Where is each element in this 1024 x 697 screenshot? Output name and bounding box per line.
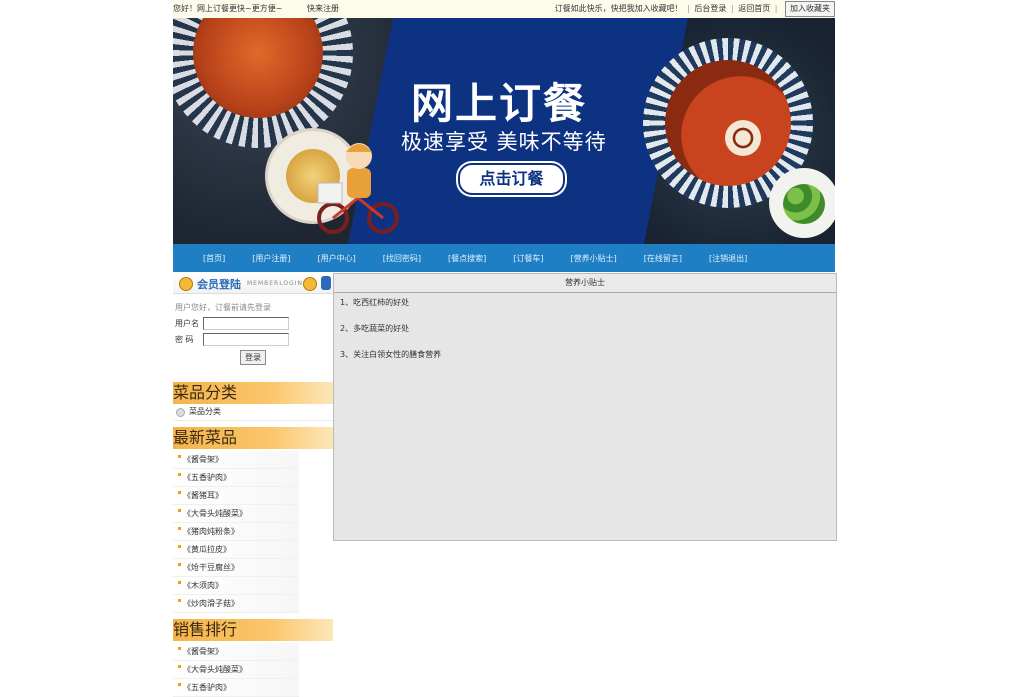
tips-header: 营养小贴士 xyxy=(334,274,836,293)
newest-item-label: 《黄瓜拉皮》 xyxy=(183,545,231,554)
bullet-icon xyxy=(178,563,181,566)
newest-list: 《酱骨架》 《五香驴肉》 《酱猪耳》 《大骨头炖酸菜》 《猪肉炖粉条》 《黄瓜拉… xyxy=(173,451,333,613)
newest-section-title: 最新菜品 xyxy=(173,427,333,449)
category-section-title: 菜品分类 xyxy=(173,382,333,404)
delivery-rider-icon xyxy=(317,143,399,234)
username-input[interactable] xyxy=(203,316,289,330)
bullet-icon xyxy=(178,581,181,584)
header-tab-icon xyxy=(321,276,331,290)
category-item[interactable]: 菜品分类 xyxy=(173,404,333,421)
newest-item-label: 《炝干豆腐丝》 xyxy=(183,563,239,572)
ranking-item-label: 《酱骨架》 xyxy=(183,647,223,656)
separator: | xyxy=(687,4,690,13)
separator: | xyxy=(730,4,734,13)
newest-item[interactable]: 《酱骨架》 xyxy=(173,451,299,469)
bullet-icon xyxy=(178,491,181,494)
username-row: 用户名 xyxy=(175,316,331,330)
nav-item-messages[interactable]: [在线留言] xyxy=(644,253,682,264)
nav-item-nutrition-tips[interactable]: [营养小贴士] xyxy=(571,253,617,264)
newest-item-label: 《大骨头炖酸菜》 xyxy=(183,509,247,518)
greeting-text: 您好！网上订餐更快~更方便~ xyxy=(173,4,283,13)
order-now-button[interactable]: 点击订餐 xyxy=(458,163,565,195)
bullet-icon xyxy=(178,473,181,476)
nav-item-home[interactable]: [首页] xyxy=(203,253,225,264)
tips-list: 1、吃西红柿的好处 2、多吃蔬菜的好处 3、关注白领女性的膳食营养 xyxy=(334,293,836,371)
main-nav: [首页] [用户注册] [用户中心] [找回密码] [餐点搜索] [订餐车] [… xyxy=(173,244,835,272)
bullet-icon xyxy=(178,599,181,602)
ranking-item-label: 《五香驴肉》 xyxy=(183,683,231,692)
bullet-icon xyxy=(176,408,185,417)
newest-item[interactable]: 《炒肉滑子菇》 xyxy=(173,595,299,613)
main-content: 营养小贴士 1、吃西红柿的好处 2、多吃蔬菜的好处 3、关注白领女性的膳食营养 xyxy=(333,273,837,541)
ranking-section-title: 销售排行 xyxy=(173,619,333,641)
nav-item-recover-password[interactable]: [找回密码] xyxy=(383,253,421,264)
peas-plate-image xyxy=(769,168,835,238)
bullet-icon xyxy=(178,455,181,458)
top-bar: 您好！网上订餐更快~更方便~ 快来注册 订餐如此快乐，快把我加入收藏吧！ | 后… xyxy=(173,0,835,18)
password-label: 密 码 xyxy=(175,334,194,344)
member-login-header: 会员登陆 MEMBERLOGIN xyxy=(173,273,333,294)
nav-item-register[interactable]: [用户注册] xyxy=(252,253,290,264)
bullet-icon xyxy=(178,509,181,512)
nav-item-meal-search[interactable]: [餐点搜索] xyxy=(448,253,486,264)
password-row: 密 码 xyxy=(175,332,331,346)
tip-link[interactable]: 2、多吃蔬菜的好处 xyxy=(334,319,836,345)
top-bar-right: 订餐如此快乐，快把我加入收藏吧！ | 后台登录 | 返回首页 | 加入收藏夹 xyxy=(555,0,835,18)
newest-item[interactable]: 《木须肉》 xyxy=(173,577,299,595)
login-form: 用户您好，订餐前请先登录 用户名 密 码 登录 xyxy=(173,294,333,365)
welcome-text: 订餐如此快乐，快把我加入收藏吧！ xyxy=(554,4,683,13)
nav-item-user-center[interactable]: [用户中心] xyxy=(318,253,356,264)
bullet-icon xyxy=(178,683,181,686)
page-wrapper: 您好！网上订餐更快~更方便~ 快来注册 订餐如此快乐，快把我加入收藏吧！ | 后… xyxy=(173,0,837,697)
category-item-label: 菜品分类 xyxy=(189,407,221,416)
sidebar: 会员登陆 MEMBERLOGIN 用户您好，订餐前请先登录 用户名 密 码 登录… xyxy=(173,273,333,697)
login-hint: 用户您好，订餐前请先登录 xyxy=(175,303,271,312)
bullet-icon xyxy=(178,527,181,530)
ranking-item[interactable]: 《五香驴肉》 xyxy=(173,679,299,697)
newest-item[interactable]: 《猪肉炖粉条》 xyxy=(173,523,299,541)
member-login-title: 会员登陆 xyxy=(197,278,241,291)
register-link[interactable]: 快来注册 xyxy=(307,4,339,13)
newest-item-label: 《酱骨架》 xyxy=(183,455,223,464)
banner-subtitle: 极速享受 美味不等待 xyxy=(401,130,607,154)
newest-item-label: 《木须肉》 xyxy=(183,581,223,590)
newest-item[interactable]: 《炝干豆腐丝》 xyxy=(173,559,299,577)
ranking-item-label: 《大骨头炖酸菜》 xyxy=(183,665,247,674)
home-link[interactable]: 返回首页 xyxy=(738,4,770,13)
add-favorite-button[interactable]: 加入收藏夹 xyxy=(785,1,835,17)
banner-title: 网上订餐 xyxy=(411,79,588,128)
ranking-list: 《酱骨架》 《大骨头炖酸菜》 《五香驴肉》 xyxy=(173,643,333,697)
bullet-icon xyxy=(178,665,181,668)
bullet-icon xyxy=(178,545,181,548)
top-bar-left: 您好！网上订餐更快~更方便~ 快来注册 xyxy=(173,0,339,18)
newest-item-label: 《炒肉滑子菇》 xyxy=(183,599,239,608)
admin-login-link[interactable]: 后台登录 xyxy=(694,4,726,13)
member-login-title-en: MEMBERLOGIN xyxy=(247,280,303,287)
newest-item-label: 《五香驴肉》 xyxy=(183,473,231,482)
user-icon xyxy=(303,277,317,291)
tip-link[interactable]: 3、关注白领女性的膳食营养 xyxy=(334,345,836,371)
tip-link[interactable]: 1、吃西红柿的好处 xyxy=(334,293,836,319)
separator: | xyxy=(774,4,778,13)
password-input[interactable] xyxy=(203,332,289,346)
ranking-item[interactable]: 《大骨头炖酸菜》 xyxy=(173,661,299,679)
ranking-item[interactable]: 《酱骨架》 xyxy=(173,643,299,661)
user-icon xyxy=(179,277,193,291)
username-label: 用户名 xyxy=(175,318,199,328)
newest-item-label: 《酱猪耳》 xyxy=(183,491,223,500)
banner: 网上订餐 极速享受 美味不等待 点击订餐 xyxy=(173,18,835,244)
newest-item-label: 《猪肉炖粉条》 xyxy=(183,527,239,536)
nav-item-cart[interactable]: [订餐车] xyxy=(513,253,543,264)
login-button[interactable]: 登录 xyxy=(240,350,266,365)
nav-item-logout[interactable]: [注销退出] xyxy=(709,253,747,264)
newest-item[interactable]: 《酱猪耳》 xyxy=(173,487,299,505)
newest-item[interactable]: 《黄瓜拉皮》 xyxy=(173,541,299,559)
newest-item[interactable]: 《五香驴肉》 xyxy=(173,469,299,487)
bullet-icon xyxy=(178,647,181,650)
newest-item[interactable]: 《大骨头炖酸菜》 xyxy=(173,505,299,523)
